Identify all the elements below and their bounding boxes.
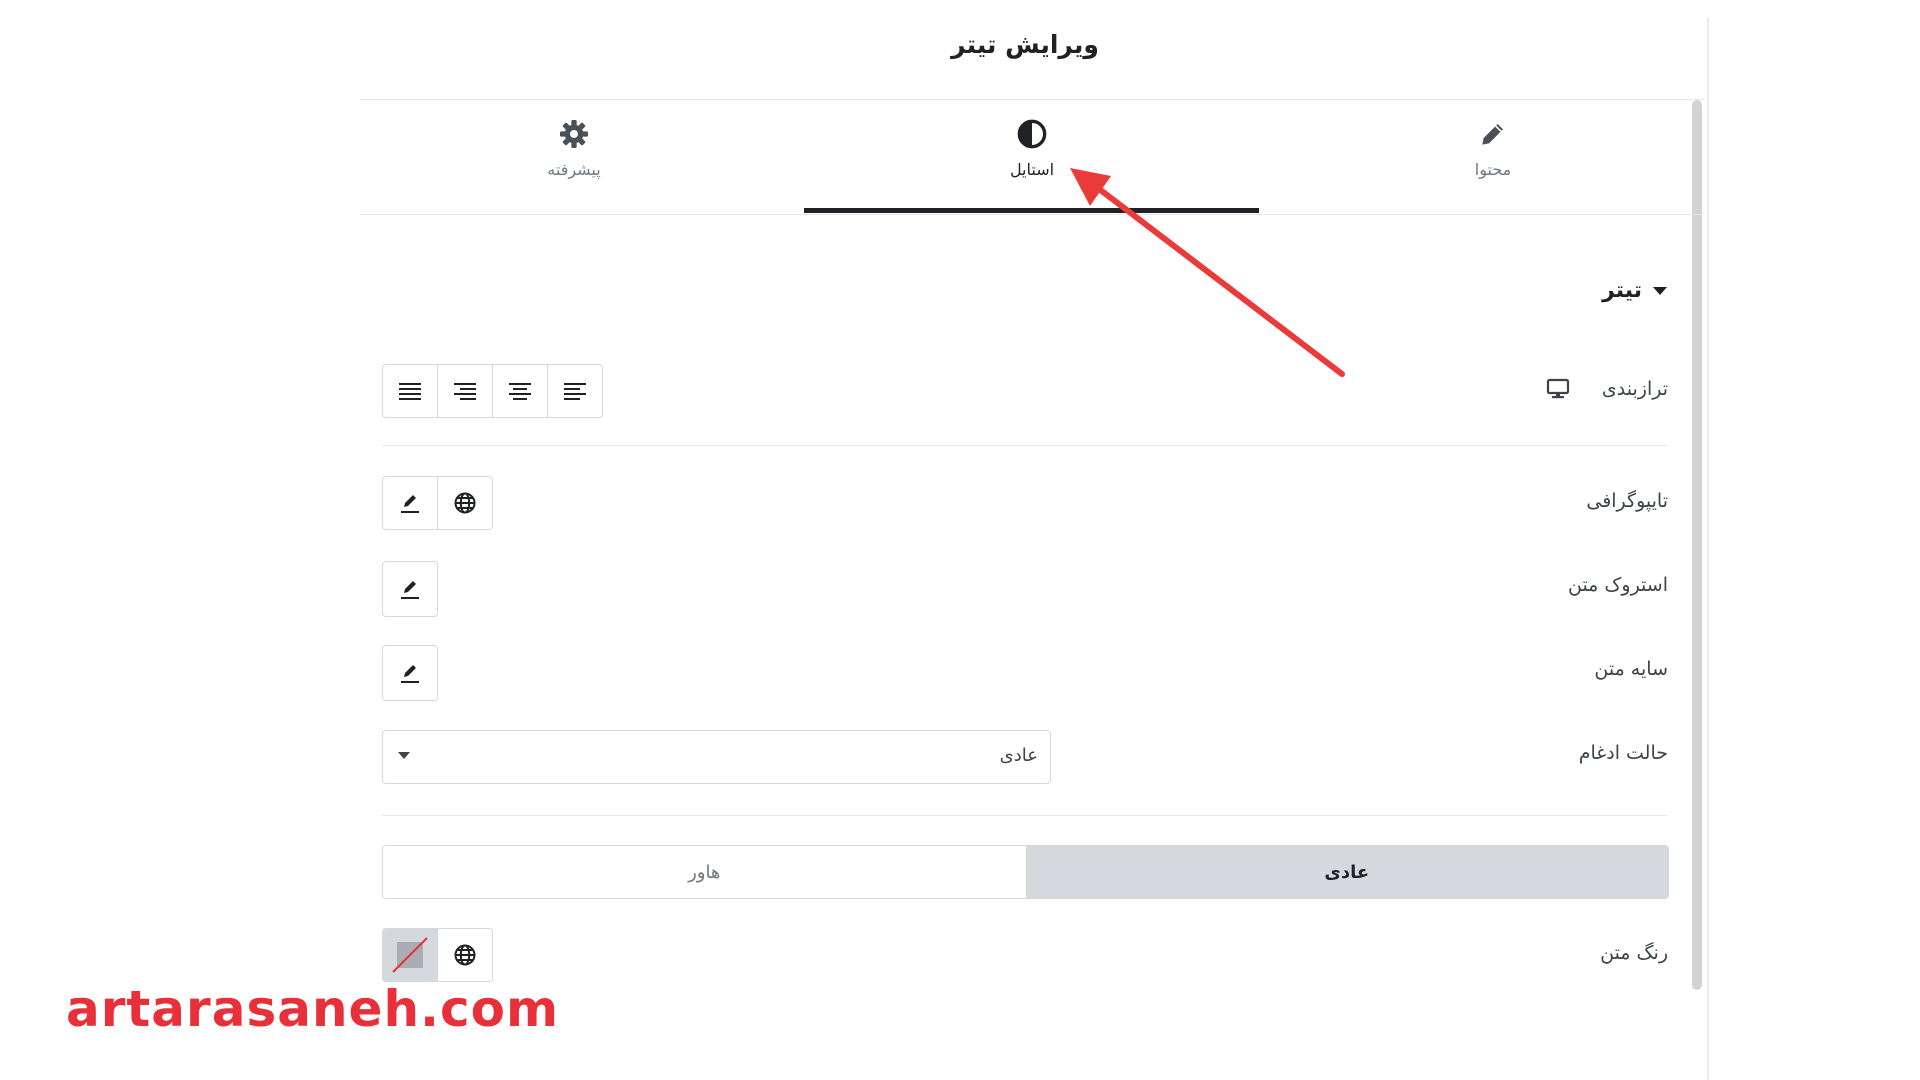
text-color-label: رنگ متن [1600, 942, 1668, 964]
pencil-icon [401, 665, 419, 683]
caret-down-icon [1653, 286, 1667, 295]
tab-style[interactable]: استایل [882, 118, 1182, 179]
text-color-swatch[interactable] [383, 929, 437, 981]
typography-group [382, 476, 493, 530]
active-tab-indicator [804, 208, 1259, 213]
text-color-group [382, 928, 493, 982]
watermark: artarasaneh.com [66, 980, 560, 1038]
text-stroke-edit-button[interactable] [382, 561, 438, 617]
panel-title: ویرایش تیتر [951, 30, 1099, 59]
blend-divider [382, 815, 1667, 816]
pencil-icon [401, 495, 419, 513]
blend-mode-select[interactable]: عادی [382, 730, 1051, 784]
alignment-group [382, 364, 603, 418]
typography-label: تایپوگرافی [1586, 490, 1668, 512]
alignment-label: ترازبندی [1601, 378, 1668, 400]
no-color-icon [392, 937, 428, 973]
text-shadow-edit-button[interactable] [382, 645, 438, 701]
tab-normal[interactable]: عادی [1025, 846, 1668, 898]
alignment-divider [382, 445, 1667, 446]
text-stroke-label: استروک متن [1567, 574, 1668, 596]
caret-down-icon [398, 752, 410, 759]
contrast-icon [1017, 119, 1047, 149]
align-center-button[interactable] [492, 365, 547, 417]
typography-edit-button[interactable] [383, 477, 437, 529]
tab-hover[interactable]: هاور [383, 846, 1026, 898]
blend-mode-value: عادی [999, 745, 1038, 766]
blend-mode-label: حالت ادغام [1578, 742, 1668, 764]
align-left-button[interactable] [547, 365, 602, 417]
align-left-icon [564, 383, 586, 400]
typography-global-button[interactable] [437, 477, 492, 529]
globe-icon [454, 492, 476, 514]
pencil-icon [401, 581, 419, 599]
section-heading[interactable]: تیتر [1602, 278, 1668, 303]
tab-advanced-label: پیشرفته [547, 160, 601, 179]
panel-border [1707, 18, 1709, 1080]
panel-scrollbar[interactable] [1692, 100, 1702, 990]
align-center-icon [509, 383, 531, 400]
align-right-button[interactable] [437, 365, 492, 417]
tab-content[interactable]: محتوا [1343, 118, 1643, 179]
globe-icon [454, 944, 476, 966]
header-divider [360, 99, 1705, 100]
tab-advanced[interactable]: پیشرفته [424, 118, 724, 179]
tab-content-label: محتوا [1474, 160, 1512, 179]
tabs-divider [360, 214, 1705, 215]
desktop-icon[interactable] [1546, 378, 1570, 400]
text-shadow-label: سایه متن [1594, 658, 1668, 680]
justify-icon [399, 383, 421, 400]
pencil-icon [1482, 124, 1503, 145]
gear-icon [560, 120, 588, 148]
section-title: تیتر [1602, 278, 1642, 303]
state-toggle: هاور عادی [382, 845, 1669, 899]
align-justify-button[interactable] [383, 365, 437, 417]
tab-style-label: استایل [1009, 160, 1055, 179]
align-right-icon [454, 383, 476, 400]
text-color-global-button[interactable] [437, 929, 492, 981]
